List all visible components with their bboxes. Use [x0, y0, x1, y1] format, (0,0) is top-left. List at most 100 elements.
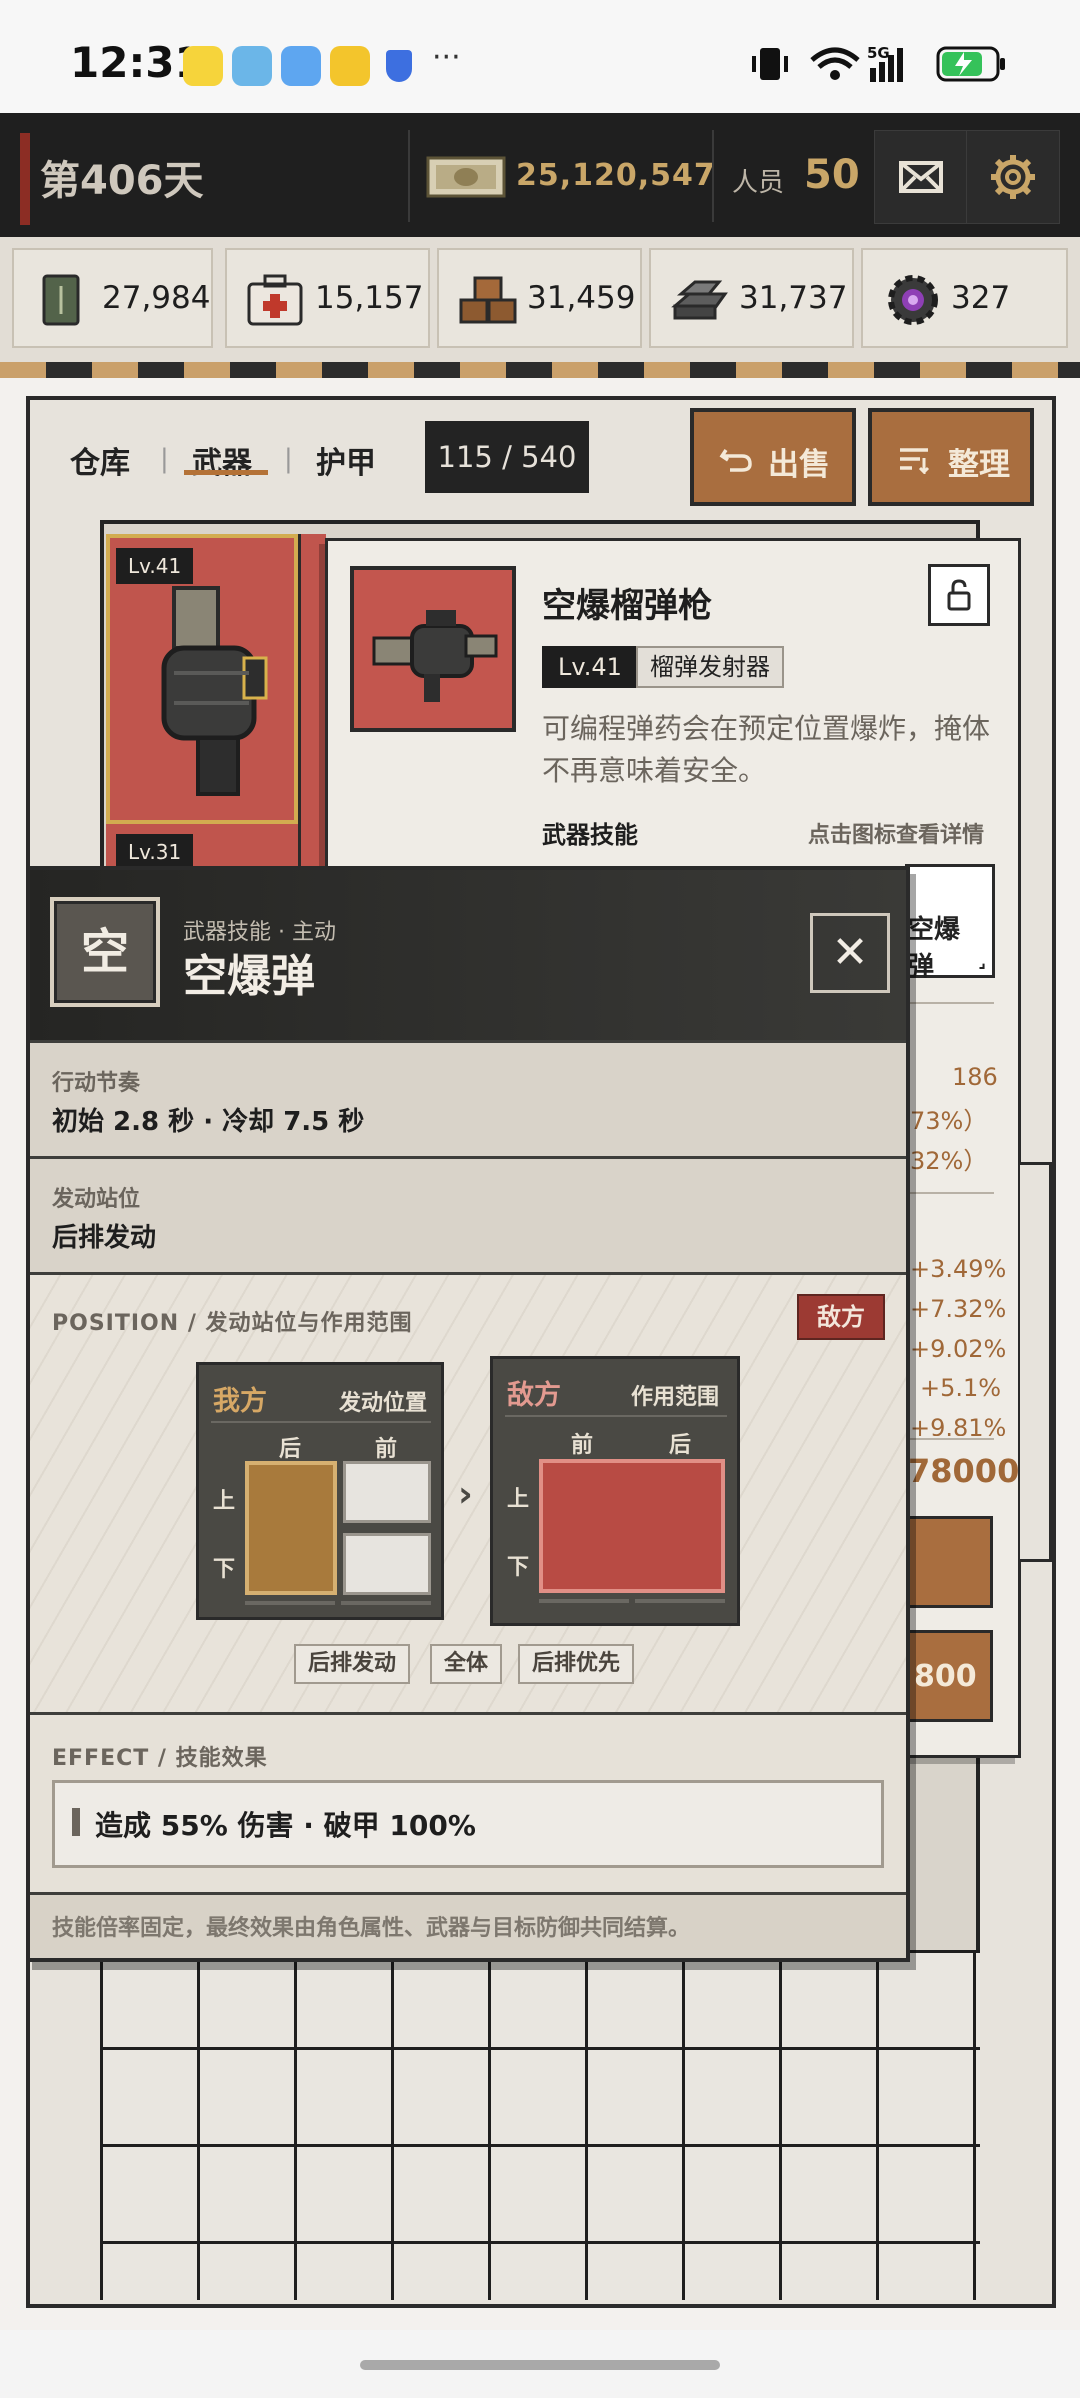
row-top-label: 上 [507, 1487, 530, 1512]
home-indicator[interactable] [360, 2360, 720, 2370]
settings-button[interactable] [966, 130, 1060, 224]
grain-can-icon [42, 274, 80, 326]
skill-title: 空爆弹 [183, 951, 315, 1002]
item-level: Lv.31 [116, 834, 194, 870]
tab-warehouse[interactable]: 仓库 [70, 438, 130, 482]
tab-weapons[interactable]: 武器 [192, 438, 252, 482]
stat-value: 186 [952, 1063, 998, 1091]
sort-label: 整理 [948, 447, 1010, 483]
resource-medicine[interactable]: 15,157 [225, 248, 430, 348]
inventory-item-card-edge [298, 534, 326, 874]
stat-partial: 73%） [910, 1107, 988, 1135]
resource-core[interactable]: 327 [861, 248, 1068, 348]
mail-icon [899, 161, 943, 193]
timing-value: 初始 2.8 秒 · 冷却 7.5 秒 [52, 1107, 365, 1137]
skill-tag: 全体 [430, 1644, 503, 1684]
resource-food[interactable]: 27,984 [12, 248, 213, 348]
bonus-value: +5.1% [920, 1374, 1002, 1402]
bonus-value: +3.49% [910, 1255, 1007, 1283]
corner-mark: ⌟ [978, 952, 987, 971]
sort-icon [900, 448, 930, 474]
reader-icon [232, 46, 272, 86]
staff-label: 人员 [732, 168, 785, 198]
sell-button[interactable]: 出售 [690, 408, 856, 506]
formation-base [245, 1601, 431, 1605]
timing-label: 行动节奏 [52, 1071, 141, 1096]
bonus-value: +7.32% [910, 1295, 1007, 1323]
shield-icon [386, 50, 412, 82]
formation-cell-target [539, 1459, 725, 1593]
our-formation-title: 我方 [213, 1386, 267, 1417]
col-front-label: 前 [571, 1433, 594, 1458]
gear-icon [991, 155, 1035, 199]
trigger-row: 发动站位 后排发动 [30, 1156, 906, 1272]
close-button[interactable]: ✕ [810, 913, 890, 993]
meituan-icon [183, 46, 223, 86]
staff-count: 50 [804, 152, 860, 198]
day-counter: 第406天 [40, 158, 204, 204]
price-value: 78000 [908, 1452, 1020, 1490]
resource-metal[interactable]: 31,737 [649, 248, 854, 348]
weapon-description: 可编程弹药会在预定位置爆炸，掩体不再意味着安全。 [542, 712, 991, 787]
skill-tag: 后排优先 [518, 1644, 635, 1684]
target-tag: 敌方 [797, 1294, 885, 1340]
metal-ingot-icon [671, 280, 728, 320]
weapon-thumbnail [350, 566, 516, 732]
svg-text:5G: 5G [867, 44, 890, 62]
swap-icon [719, 449, 752, 472]
buy-label: 800 [914, 1659, 977, 1694]
bonus-value: +9.02% [910, 1335, 1007, 1363]
cash-icon [426, 156, 506, 198]
enemy-formation: 敌方 作用范围 前 后 上 下 [490, 1356, 740, 1626]
divider [408, 130, 410, 222]
status-icons: 5G [752, 44, 1005, 82]
medkit-icon [247, 274, 303, 326]
resource-value: 31,737 [739, 280, 848, 316]
sort-button[interactable]: 整理 [868, 408, 1034, 506]
divider [211, 1421, 431, 1423]
skill-chip-label: 空爆弹 [908, 915, 961, 982]
resource-wood[interactable]: 31,459 [437, 248, 642, 348]
skill-chip[interactable]: 空爆弹 ⌟ [905, 864, 995, 982]
arrow-icon: › [458, 1474, 473, 1515]
col-front-label: 前 [375, 1437, 398, 1462]
skill-icon: 空 [50, 897, 160, 1007]
resource-value: 327 [951, 280, 1011, 316]
mail-button[interactable] [874, 130, 968, 224]
formation-cell-active [245, 1461, 337, 1595]
divider [505, 1415, 727, 1417]
game-icon [330, 46, 370, 86]
tab-separator: | [160, 444, 169, 474]
row-bottom-label: 下 [213, 1557, 236, 1582]
trigger-value: 后排发动 [52, 1223, 157, 1253]
resource-value: 27,984 [102, 280, 211, 316]
money-amount: 25,120,547 [516, 158, 716, 193]
skill-hint: 点击图标查看详情 [808, 823, 985, 848]
weather-icon [281, 46, 321, 86]
enemy-formation-title: 敌方 [507, 1380, 561, 1411]
modal-header [30, 870, 906, 1040]
inventory-grid[interactable] [100, 1950, 980, 2300]
divider [712, 130, 714, 222]
gear-core-icon [888, 275, 938, 325]
resource-value: 31,459 [527, 280, 636, 316]
row-bottom-label: 下 [507, 1555, 530, 1580]
footnote: 技能倍率固定，最终效果由角色属性、武器与目标防御共同结算。 [52, 1916, 691, 1941]
effect-label: EFFECT / 技能效果 [52, 1746, 268, 1771]
skill-icon-char: 空 [80, 924, 129, 980]
inventory-item-card[interactable]: Lv.41 [106, 534, 298, 824]
unlock-icon [947, 579, 971, 611]
stat-partial: 32%） [910, 1147, 988, 1175]
enemy-formation-note: 作用范围 [631, 1385, 720, 1410]
tab-armor[interactable]: 护甲 [316, 438, 376, 482]
capacity-count: 115 / 540 [425, 421, 589, 493]
weapon-type: 榴弹发射器 [636, 646, 784, 688]
weapon-level: Lv.41 [542, 646, 638, 688]
buy-button[interactable]: 800 [905, 1630, 993, 1722]
formation-cell [343, 1461, 431, 1523]
row-top-label: 上 [213, 1489, 236, 1514]
action-button[interactable] [905, 1516, 993, 1608]
weapon-name: 空爆榴弹枪 [542, 586, 712, 626]
skill-tag: 后排发动 [294, 1644, 411, 1684]
lock-button[interactable] [928, 564, 990, 626]
